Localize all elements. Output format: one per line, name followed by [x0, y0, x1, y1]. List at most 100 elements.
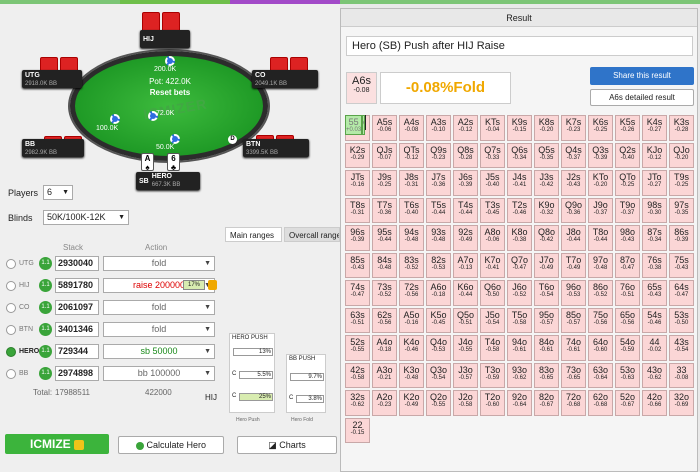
range-cell[interactable]: KTo -0.20 — [588, 170, 613, 196]
range-cell[interactable]: K4s -0.27 — [642, 115, 667, 141]
charts-button[interactable]: ◪ Charts — [237, 436, 337, 454]
range-cell[interactable]: T4s -0.44 — [453, 197, 478, 224]
range-cell[interactable]: Q8s -0.28 — [453, 142, 478, 169]
range-cell[interactable]: Q8o -0.42 — [534, 225, 559, 251]
range-cell[interactable]: Q5o -0.51 — [453, 307, 478, 334]
range-cell[interactable]: Q7o -0.47 — [507, 252, 532, 279]
icmize-button[interactable]: ICMIZE — [5, 434, 109, 454]
icm-badge[interactable]: 1.1 — [39, 345, 52, 358]
range-cell[interactable]: A2s -0.12 — [453, 115, 478, 141]
range-cell[interactable]: 53s -0.50 — [669, 307, 694, 334]
players-select[interactable]: 6 ▼ — [43, 185, 73, 200]
range-cell[interactable]: J6s -0.39 — [453, 170, 478, 196]
range-cell[interactable]: K7s -0.23 — [561, 115, 586, 141]
range-cell[interactable]: K3o -0.48 — [399, 362, 424, 389]
range-cell[interactable]: T3s -0.45 — [480, 197, 505, 224]
range-cell[interactable]: 98s -0.30 — [642, 197, 667, 224]
range-cell[interactable]: 74s -0.47 — [345, 280, 370, 306]
range-cell[interactable]: 87o -0.47 — [615, 252, 640, 279]
range-cell[interactable]: 98o -0.43 — [615, 225, 640, 251]
range-cell[interactable]: J9o -0.37 — [588, 197, 613, 224]
range-cell[interactable]: A8o -0.06 — [480, 225, 505, 251]
range-cell[interactable]: A4s -0.08 — [399, 115, 424, 141]
range-cell[interactable]: 43s -0.54 — [669, 335, 694, 361]
range-cell[interactable]: Q5s -0.35 — [534, 142, 559, 169]
range-cell[interactable]: J2o -0.58 — [453, 390, 478, 416]
range-cell[interactable]: 73o -0.65 — [561, 362, 586, 389]
range-cell[interactable]: K2s -0.29 — [345, 142, 370, 169]
range-cell[interactable]: 86o -0.52 — [588, 280, 613, 306]
range-cell[interactable]: J8s -0.31 — [399, 170, 424, 196]
range-cell[interactable]: 65s -0.43 — [642, 280, 667, 306]
range-cell[interactable]: 62o -0.68 — [588, 390, 613, 416]
range-cell[interactable]: Q2s -0.40 — [615, 142, 640, 169]
range-cell[interactable]: 52s -0.55 — [345, 335, 370, 361]
range-cell[interactable]: A6o -0.18 — [426, 280, 451, 306]
range-cell[interactable]: 83s -0.52 — [399, 252, 424, 279]
range-cell[interactable]: J7s -0.36 — [426, 170, 451, 196]
range-cell[interactable]: 72o -0.68 — [561, 390, 586, 416]
range-cell[interactable]: 84s -0.48 — [372, 252, 397, 279]
range-cell[interactable]: QTo -0.25 — [615, 170, 640, 196]
range-cell[interactable]: 85s -0.43 — [345, 252, 370, 279]
range-cell[interactable]: J6o -0.52 — [507, 280, 532, 306]
range-cell[interactable]: KTs -0.04 — [480, 115, 505, 141]
range-cell[interactable]: J3s -0.42 — [534, 170, 559, 196]
range-cell[interactable]: Q7s -0.33 — [480, 142, 505, 169]
range-cell[interactable]: 53o -0.63 — [615, 362, 640, 389]
tab-overcall-ranges[interactable]: Overcall ranges — [284, 227, 340, 242]
range-cell[interactable]: 63o -0.64 — [588, 362, 613, 389]
range-cell[interactable]: 86s -0.39 — [669, 225, 694, 251]
range-cell[interactable]: J8o -0.44 — [561, 225, 586, 251]
range-cell[interactable]: 42s -0.58 — [345, 362, 370, 389]
range-cell[interactable]: T8s -0.31 — [345, 197, 370, 224]
range-cell[interactable]: 94o -0.61 — [507, 335, 532, 361]
range-cell[interactable]: 75o -0.56 — [588, 307, 613, 334]
range-cell[interactable]: 63s -0.51 — [345, 307, 370, 334]
range-cell[interactable]: K3s -0.28 — [669, 115, 694, 141]
range-cell[interactable]: Q9o -0.36 — [561, 197, 586, 224]
range-cell[interactable]: 43o -0.62 — [642, 362, 667, 389]
range-cell[interactable]: 52o -0.67 — [615, 390, 640, 416]
range-cell[interactable]: J5s -0.40 — [480, 170, 505, 196]
action-select[interactable]: fold ▼ — [103, 300, 215, 315]
range-cell[interactable]: Q4o -0.53 — [426, 335, 451, 361]
range-cell[interactable]: 62s -0.56 — [372, 307, 397, 334]
range-cell[interactable]: QJo -0.20 — [669, 142, 694, 169]
range-cell[interactable]: T6o -0.54 — [534, 280, 559, 306]
range-cell[interactable]: 94s -0.48 — [399, 225, 424, 251]
range-cell[interactable]: A4o -0.18 — [372, 335, 397, 361]
range-cell[interactable]: K6s -0.25 — [588, 115, 613, 141]
range-cell[interactable]: 73s -0.52 — [372, 280, 397, 306]
range-cell[interactable]: 93s -0.48 — [426, 225, 451, 251]
range-cell[interactable]: K9o -0.32 — [534, 197, 559, 224]
range-cell[interactable]: 82o -0.67 — [534, 390, 559, 416]
range-cell[interactable]: J4s -0.41 — [507, 170, 532, 196]
range-cell[interactable]: A7o -0.13 — [453, 252, 478, 279]
range-cell[interactable]: T7o -0.49 — [561, 252, 586, 279]
range-cell[interactable]: K4o -0.46 — [399, 335, 424, 361]
range-cell[interactable]: 44 -0.02 — [642, 335, 667, 361]
range-cell[interactable]: K9s -0.15 — [507, 115, 532, 141]
range-cell[interactable]: QJs -0.07 — [372, 142, 397, 169]
blinds-select[interactable]: 50K/100K-12K ▼ — [43, 210, 129, 225]
range-cell[interactable]: 55 +0.03 — [345, 115, 363, 135]
range-cell[interactable]: T2o -0.60 — [480, 390, 505, 416]
action-select[interactable]: sb 50000 ▼ — [103, 344, 215, 359]
icm-badge[interactable]: 1.1 — [39, 367, 52, 380]
detailed-result-button[interactable]: A6s detailed result — [590, 89, 694, 106]
range-cell[interactable]: A3o -0.21 — [372, 362, 397, 389]
range-cell[interactable]: Q4s -0.37 — [561, 142, 586, 169]
share-result-button[interactable]: Share this result — [590, 67, 694, 85]
range-cell[interactable]: K8s -0.20 — [534, 115, 559, 141]
range-cell[interactable]: Q2o -0.55 — [426, 390, 451, 416]
range-cell[interactable]: JTo -0.27 — [642, 170, 667, 196]
range-cell[interactable]: A2o -0.23 — [372, 390, 397, 416]
range-cell[interactable]: 76s -0.38 — [642, 252, 667, 279]
action-select[interactable]: bb 100000 ▼ — [103, 366, 215, 381]
range-cell[interactable]: J7o -0.49 — [534, 252, 559, 279]
icm-badge[interactable]: 1.1 — [39, 257, 52, 270]
range-cell[interactable]: 76o -0.51 — [615, 280, 640, 306]
action-select[interactable]: fold ▼ — [103, 256, 215, 271]
seat-co[interactable]: CO 2049.1K BB — [252, 70, 318, 88]
